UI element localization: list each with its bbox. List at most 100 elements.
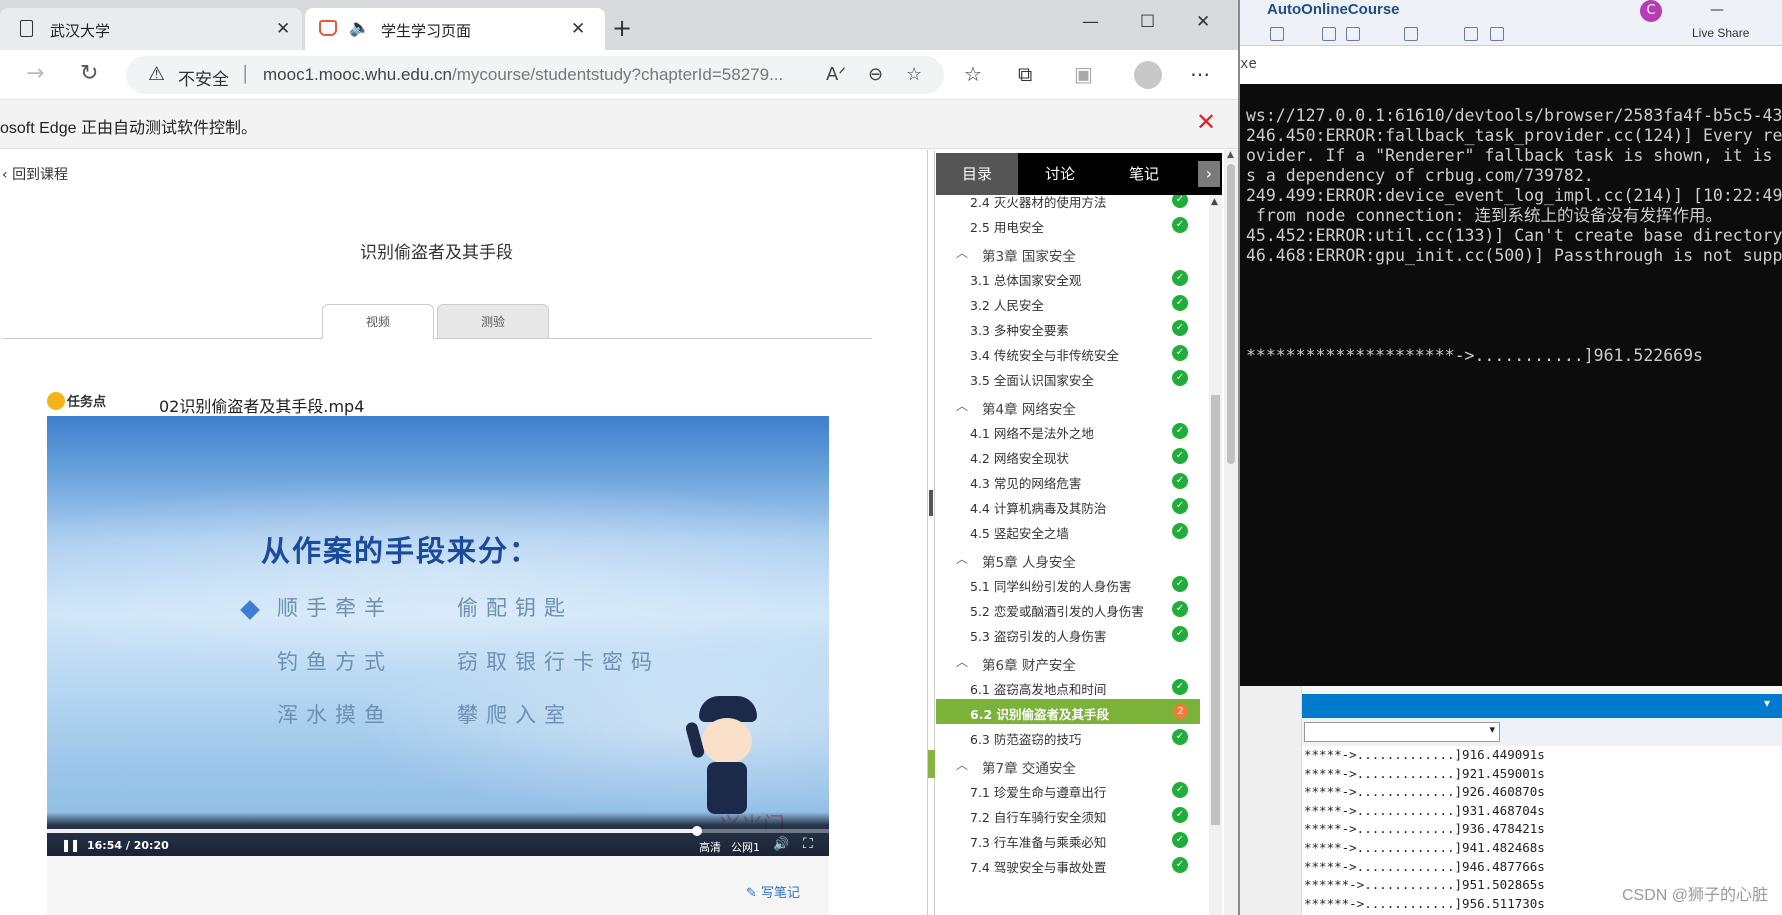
toc-item[interactable]: 3.5 全面认识国家安全 ✓ [936, 365, 1200, 390]
address-bar[interactable]: ⚠ 不安全 | mooc1.mooc.whu.edu.cn/mycourse/s… [126, 56, 944, 94]
check-icon: ✓ [1172, 320, 1188, 336]
toc-item[interactable]: 2.4 灭火器材的使用方法 ✓ [936, 195, 1200, 212]
minimize-button[interactable]: — [1082, 12, 1099, 32]
pause-icon[interactable]: ❚❚ [61, 838, 80, 852]
check-icon: ✓ [1172, 295, 1188, 311]
toc-scrollbar[interactable]: ▲ [1209, 195, 1222, 915]
video-player[interactable]: 从作案的手段来分： 顺手牵羊 偷配钥匙 钓鱼方式 窃取银行卡密码 浑水摸鱼 攀爬… [47, 416, 829, 856]
fullscreen-icon[interactable]: ⛶ [803, 836, 813, 852]
toc-item[interactable]: 7.2 自行车骑行安全须知 ✓ [936, 802, 1200, 827]
panel-dropdown-icon[interactable]: ▾ [1764, 696, 1770, 710]
more-menu-icon[interactable]: ⋯ [1190, 62, 1210, 86]
line-selector[interactable]: 公网1 [731, 839, 760, 855]
toc-chapter[interactable]: ︿ 第7章 交通安全 [936, 749, 1200, 777]
refresh-icon[interactable]: ↻ [80, 61, 98, 86]
toc-item[interactable]: 7.4 驾驶安全与事故处置 ✓ [936, 852, 1200, 877]
progress-bar[interactable] [47, 826, 829, 836]
chevron-up-icon[interactable]: ︿ [956, 653, 968, 670]
toc-item[interactable]: 3.4 传统安全与非传统安全 ✓ [936, 340, 1200, 365]
zoom-icon[interactable]: ⊖ [868, 64, 883, 85]
profile-avatar[interactable] [1134, 61, 1162, 89]
volume-icon[interactable]: 🔊 [773, 837, 789, 852]
speaker-icon[interactable]: 🔈 [349, 18, 370, 38]
chevron-up-icon[interactable]: ︿ [956, 550, 968, 567]
collections-icon[interactable]: ⧉ [1018, 62, 1032, 86]
toc-item[interactable]: 5.2 恋爱或酗酒引发的人身伤害 ✓ [936, 596, 1200, 621]
toolbar-tool-icon[interactable] [1404, 27, 1418, 41]
url-separator: | [242, 62, 249, 84]
back-to-course-link[interactable]: ‹ 回到课程 [2, 164, 68, 184]
toc-scroll-thumb[interactable] [1211, 395, 1220, 825]
favorite-add-icon[interactable]: ☆ [906, 64, 922, 85]
panel-splitter[interactable] [927, 150, 935, 915]
browser-tab-whu[interactable]: 武汉大学 ✕ [0, 8, 302, 50]
toc-item[interactable]: 3.2 人民安全 ✓ [936, 290, 1200, 315]
scroll-up-icon[interactable]: ▲ [1227, 150, 1234, 160]
tab-notes[interactable]: 笔记 [1102, 153, 1186, 195]
page-scroll-thumb[interactable] [1227, 164, 1235, 464]
chevron-up-icon[interactable]: ︿ [956, 397, 968, 414]
toc-item[interactable]: 4.5 竖起安全之墙 ✓ [936, 518, 1200, 543]
toc-chapter[interactable]: ︿ 第5章 人身安全 [936, 543, 1200, 571]
ide-file-strip: xe [1240, 46, 1782, 84]
toc-item[interactable]: 3.3 多种安全要素 ✓ [936, 315, 1200, 340]
page-scrollbar[interactable]: ▲ [1224, 150, 1238, 915]
toolbar-tool-icon[interactable] [1490, 27, 1504, 41]
toolbar-tool-icon[interactable] [1270, 27, 1284, 41]
toolbar-tool-icon[interactable] [1346, 27, 1360, 41]
browser-tab-study[interactable]: 🔈 学生学习页面 ✕ [305, 8, 605, 50]
ide-minimize-button[interactable]: — [1710, 2, 1724, 18]
maximize-button[interactable]: ☐ [1140, 12, 1155, 32]
toc-item[interactable]: 2.5 用电安全 ✓ [936, 212, 1200, 237]
toolbar-tool-icon[interactable] [1464, 27, 1478, 41]
console-line: 246.450:ERROR:fallback_task_provider.cc(… [1246, 126, 1782, 145]
close-tab-icon[interactable]: ✕ [276, 19, 290, 39]
close-window-button[interactable]: ✕ [1196, 12, 1210, 32]
close-tab-icon[interactable]: ✕ [571, 19, 585, 39]
toc-item[interactable]: 3.1 总体国家安全观 ✓ [936, 265, 1200, 290]
toc-item[interactable]: 5.3 盗窃引发的人身伤害 ✓ [936, 621, 1200, 646]
tab-quiz[interactable]: 测验 [437, 304, 549, 339]
toc-item[interactable]: 6.3 防范盗窃的技巧 ✓ [936, 724, 1200, 749]
toc-item[interactable]: 6.2 识别偷盗者及其手段 2 [936, 699, 1200, 724]
toc-item[interactable]: 4.3 常见的网络危害 ✓ [936, 468, 1200, 493]
toc-label: 5.3 盗窃引发的人身伤害 [970, 629, 1107, 644]
account-avatar[interactable]: C [1640, 0, 1662, 22]
infobar-close-icon[interactable]: ✕ [1196, 108, 1216, 136]
warning-icon[interactable]: ⚠ [148, 63, 165, 85]
extension-icon[interactable]: ▣ [1074, 62, 1093, 86]
toc-item[interactable]: 4.1 网络不是法外之地 ✓ [936, 418, 1200, 443]
toolbar-tool-icon[interactable] [1322, 27, 1336, 41]
forward-icon[interactable]: → [26, 61, 44, 86]
collapse-toggle[interactable] [928, 750, 935, 778]
live-share-button[interactable]: Live Share [1692, 26, 1749, 40]
toc-label: 6.1 盗窃高发地点和时间 [970, 682, 1107, 697]
toc-chapter[interactable]: ︿ 第3章 国家安全 [936, 237, 1200, 265]
toc-item[interactable]: 5.1 同学纠纷引发的人身伤害 ✓ [936, 571, 1200, 596]
toc-item[interactable]: 4.2 网络安全现状 ✓ [936, 443, 1200, 468]
url-text[interactable]: mooc1.mooc.whu.edu.cn/mycourse/studentst… [263, 65, 783, 85]
toc-chapter[interactable]: ︿ 第6章 财产安全 [936, 646, 1200, 674]
quality-selector[interactable]: 高清 [699, 839, 721, 855]
toc-item[interactable]: 7.1 珍爱生命与遵章出行 ✓ [936, 777, 1200, 802]
write-note-button[interactable]: ✎ 写笔记 [746, 882, 800, 901]
splitter-grip[interactable] [929, 490, 933, 516]
tab-discussion[interactable]: 讨论 [1018, 153, 1102, 195]
toc-item[interactable]: 6.1 盗窃高发地点和时间 ✓ [936, 674, 1200, 699]
insecure-label[interactable]: 不安全 [178, 65, 229, 90]
chevron-up-icon[interactable]: ︿ [956, 756, 968, 773]
chevron-right-icon[interactable]: › [1198, 161, 1220, 187]
scroll-up-icon[interactable]: ▲ [1211, 197, 1218, 207]
read-aloud-icon[interactable]: Aᐟ [826, 64, 846, 85]
favorites-icon[interactable]: ☆ [964, 62, 982, 86]
output-source-select[interactable]: ▾ [1304, 722, 1500, 742]
toc-chapter[interactable]: ︿ 第4章 网络安全 [936, 390, 1200, 418]
new-tab-button[interactable]: + [612, 14, 632, 42]
console-line: s a dependency of crbug.com/739782. [1246, 166, 1594, 185]
progress-handle[interactable] [691, 826, 702, 836]
toc-item[interactable]: 4.4 计算机病毒及其防治 ✓ [936, 493, 1200, 518]
tab-video[interactable]: 视频 [322, 304, 434, 339]
chevron-up-icon[interactable]: ︿ [956, 244, 968, 261]
toc-item[interactable]: 7.3 行车准备与乘乘必知 ✓ [936, 827, 1200, 852]
tab-catalog[interactable]: 目录 [936, 153, 1018, 195]
